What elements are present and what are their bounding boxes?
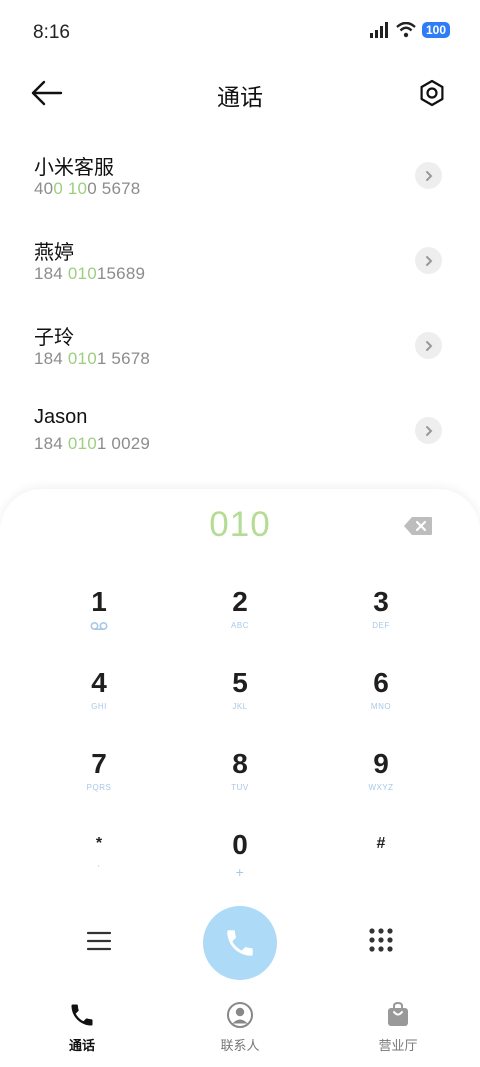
header: 通话 bbox=[0, 66, 480, 122]
key-letters: TUV bbox=[231, 783, 249, 792]
chevron-right-icon bbox=[425, 170, 432, 181]
nav-label: 通话 bbox=[68, 1038, 95, 1053]
nav-item-contacts[interactable]: 联系人 bbox=[180, 1001, 300, 1054]
key-letters: WXYZ bbox=[368, 783, 394, 792]
key-letters: PQRS bbox=[86, 783, 112, 792]
contact-detail-button[interactable] bbox=[415, 162, 442, 189]
key-3[interactable]: 3 DEF bbox=[321, 585, 441, 655]
contact-detail-button[interactable] bbox=[415, 247, 442, 274]
contacts-icon bbox=[227, 1002, 253, 1028]
key-letters: GHI bbox=[91, 702, 107, 711]
contact-item[interactable]: 子玲 184 0101 5678 bbox=[0, 303, 480, 388]
contact-detail-button[interactable] bbox=[415, 417, 442, 444]
key-letters: , bbox=[97, 859, 101, 868]
contact-item[interactable]: 小米客服 400 100 5678 bbox=[0, 133, 480, 218]
contact-number: 184 0101 0029 bbox=[34, 434, 151, 453]
chevron-right-icon bbox=[425, 425, 432, 436]
key-1[interactable]: 1 bbox=[39, 585, 159, 655]
key-digit: * bbox=[95, 835, 103, 852]
key-digit: 8 bbox=[232, 748, 248, 779]
nav-label: 营业厅 bbox=[378, 1038, 418, 1053]
contact-name: Jason bbox=[34, 406, 88, 428]
key-letters: MNO bbox=[370, 702, 392, 711]
signal-icon bbox=[369, 22, 388, 38]
key-9[interactable]: 9 WXYZ bbox=[321, 747, 441, 817]
menu-icon bbox=[86, 931, 112, 951]
nav-item-calls[interactable]: 通话 bbox=[22, 1001, 142, 1054]
key-5[interactable]: 5 JKL bbox=[180, 666, 300, 736]
key-7[interactable]: 7 PQRS bbox=[39, 747, 159, 817]
backspace-button[interactable] bbox=[403, 516, 433, 538]
contact-item[interactable]: 燕婷 184 01015689 bbox=[0, 218, 480, 303]
key-digit: 6 bbox=[373, 667, 389, 698]
bottom-nav: 通话 联系人 营业厅 bbox=[0, 989, 480, 1067]
call-button[interactable] bbox=[203, 906, 277, 980]
key-digit: # bbox=[376, 835, 386, 852]
key-digit: 3 bbox=[373, 586, 389, 617]
contact-name: 子玲 bbox=[34, 327, 74, 349]
contact-item[interactable]: Jason 184 0101 0029 bbox=[0, 388, 480, 473]
backspace-icon bbox=[404, 517, 432, 535]
key-letters: JKL bbox=[232, 702, 248, 711]
status-time: 8:16 bbox=[33, 22, 70, 43]
key-letters: ABC bbox=[231, 621, 249, 630]
nav-item-store[interactable]: 营业厅 bbox=[338, 1001, 458, 1054]
key-letters: + bbox=[235, 864, 245, 880]
key-0[interactable]: 0 + bbox=[180, 828, 300, 898]
dialpad-icon bbox=[369, 928, 393, 952]
key-hash[interactable]: # bbox=[321, 831, 441, 901]
key-digit: 4 bbox=[91, 667, 107, 698]
chevron-right-icon bbox=[425, 255, 432, 266]
shopping-bag-icon bbox=[388, 1001, 408, 1026]
contact-number: 184 01015689 bbox=[34, 264, 146, 283]
voicemail-icon bbox=[39, 621, 159, 633]
key-letters: DEF bbox=[372, 621, 390, 630]
phone-icon bbox=[71, 1004, 93, 1026]
settings-icon bbox=[420, 79, 444, 107]
key-8[interactable]: 8 TUV bbox=[180, 747, 300, 817]
contact-number: 184 0101 5678 bbox=[34, 349, 151, 368]
key-digit: 0 bbox=[232, 829, 248, 860]
key-digit: 5 bbox=[232, 667, 248, 698]
contact-number: 400 100 5678 bbox=[34, 179, 141, 198]
page-title: 通话 bbox=[217, 84, 263, 110]
status-icons: 100 bbox=[369, 22, 450, 38]
contact-name: 燕婷 bbox=[34, 242, 74, 264]
nav-label: 联系人 bbox=[220, 1038, 260, 1053]
contact-list: 小米客服 400 100 5678 燕婷 184 01015689 子玲 184… bbox=[0, 133, 480, 473]
key-2[interactable]: 2 ABC bbox=[180, 585, 300, 655]
status-bar: 8:16 100 bbox=[0, 0, 480, 66]
chevron-right-icon bbox=[425, 340, 432, 351]
dialer-panel: 010 1 2 ABC 3 DEF 4 GHI 5 JKL 6 MNO 7 PQ… bbox=[0, 489, 480, 989]
key-digit: 9 bbox=[373, 748, 389, 779]
settings-button[interactable] bbox=[417, 78, 447, 108]
menu-button[interactable] bbox=[86, 930, 112, 952]
battery-indicator: 100 bbox=[421, 22, 450, 38]
key-digit: 1 bbox=[91, 586, 107, 617]
keypad-toggle-button[interactable] bbox=[368, 927, 394, 953]
contact-name: 小米客服 bbox=[34, 157, 114, 179]
phone-icon bbox=[227, 930, 253, 956]
key-digit: 7 bbox=[91, 748, 107, 779]
key-letters bbox=[321, 859, 441, 871]
contact-detail-button[interactable] bbox=[415, 332, 442, 359]
key-6[interactable]: 6 MNO bbox=[321, 666, 441, 736]
key-star[interactable]: * , bbox=[39, 831, 159, 901]
key-4[interactable]: 4 GHI bbox=[39, 666, 159, 736]
wifi-icon bbox=[396, 22, 416, 38]
key-digit: 2 bbox=[232, 586, 248, 617]
